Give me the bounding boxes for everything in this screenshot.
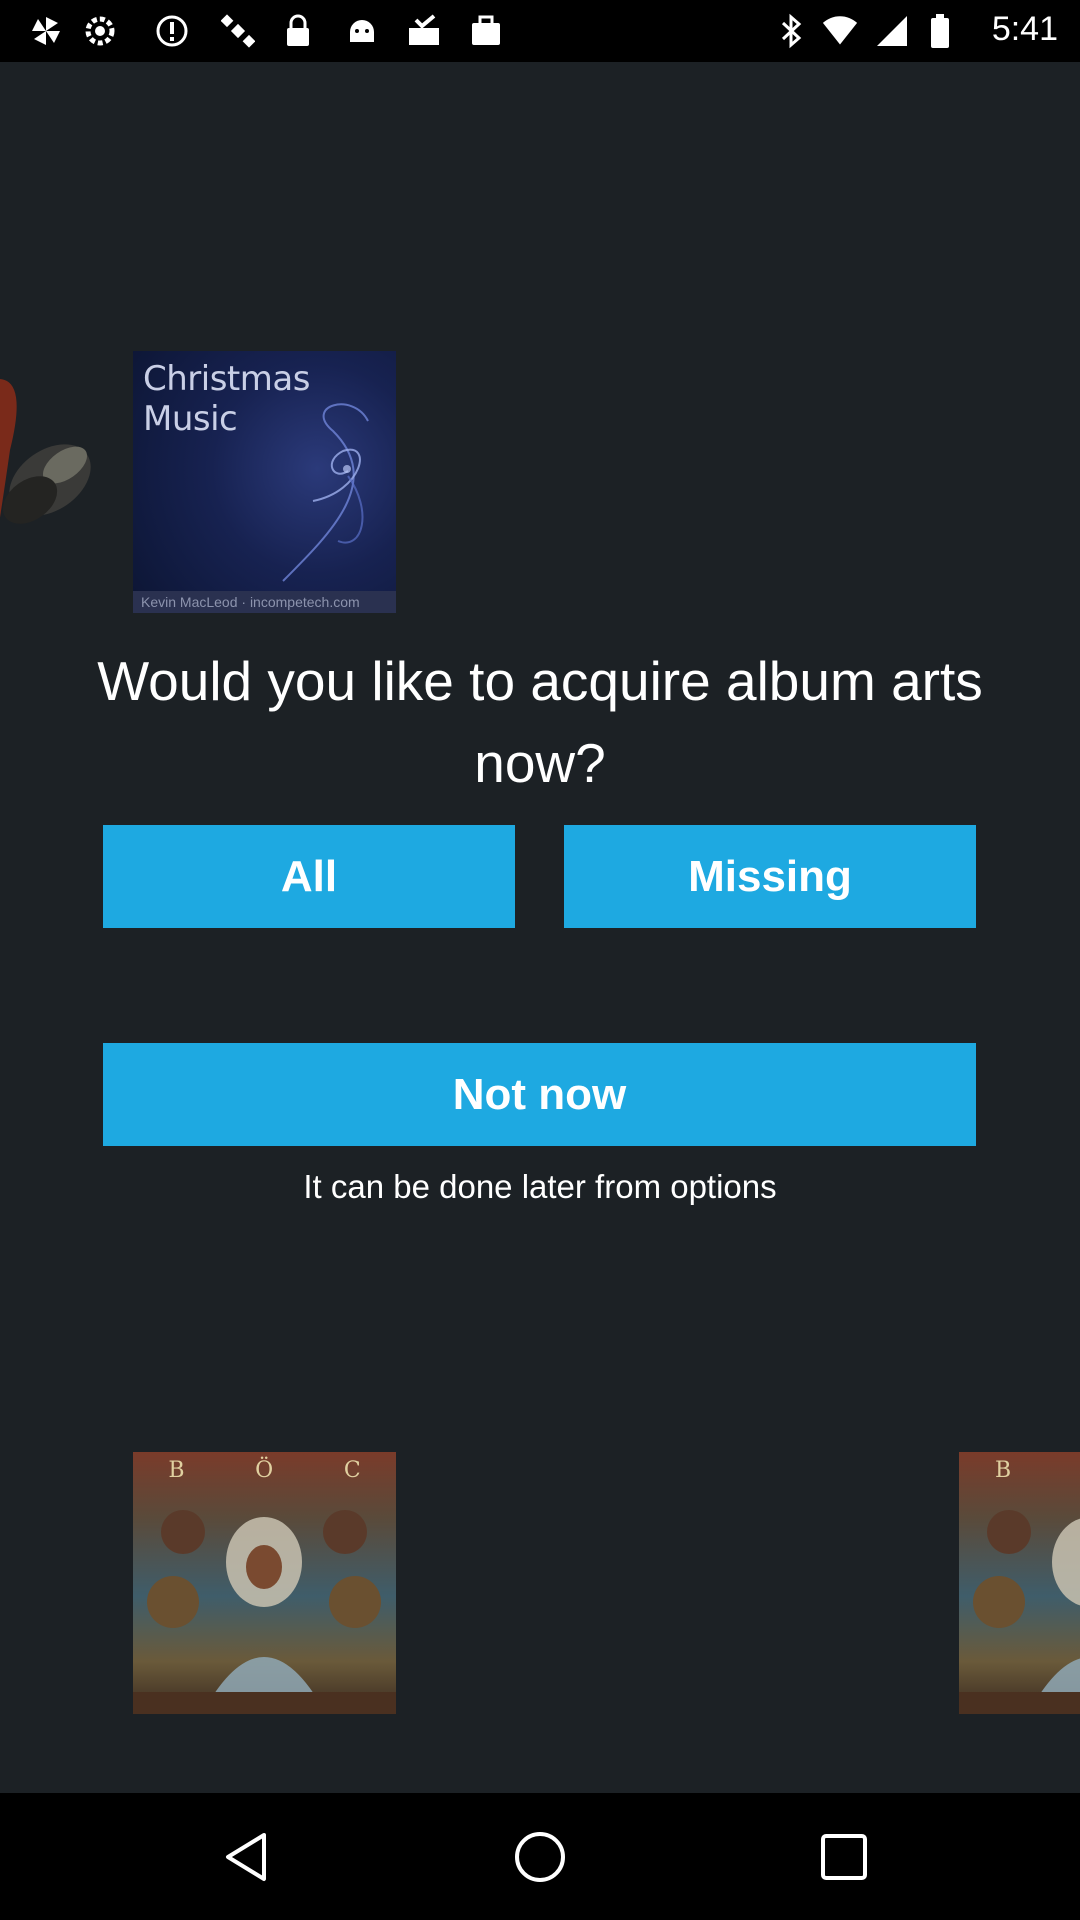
pinwheel-icon xyxy=(28,13,64,49)
album-art-credit: Kevin MacLeod · incompetech.com xyxy=(133,591,396,613)
dialog-hint: It can be done later from options xyxy=(303,1168,777,1205)
settings-icon xyxy=(82,13,118,49)
battery-icon xyxy=(922,13,958,49)
status-bar: 5:41 xyxy=(0,0,1080,62)
satellite-icon xyxy=(220,13,256,49)
wifi-icon xyxy=(822,13,858,49)
album-art-boc[interactable]: B Ö C xyxy=(133,1452,396,1714)
album-art-christmas-music[interactable]: Christmas Music Kevin MacLeod · incompet… xyxy=(133,351,396,613)
album-art-boc-partial[interactable]: B xyxy=(959,1452,1080,1714)
alert-icon xyxy=(154,13,190,49)
not-now-button[interactable]: Not now xyxy=(103,1043,976,1146)
missing-button[interactable]: Missing xyxy=(564,825,976,928)
signal-icon xyxy=(874,13,910,49)
album-art-partial-left[interactable] xyxy=(0,360,115,600)
navigation-bar xyxy=(0,1793,1080,1920)
android-icon xyxy=(344,13,380,49)
dialog-prompt: Would you like to acquire album arts now… xyxy=(97,650,983,794)
home-icon[interactable] xyxy=(504,1821,576,1893)
lock-icon xyxy=(280,13,316,49)
clock: 5:41 xyxy=(991,10,1058,48)
bluetooth-icon xyxy=(774,13,810,49)
figures-illustration xyxy=(959,1510,1080,1714)
clipboard-check-icon xyxy=(406,13,442,49)
swirl-decoration xyxy=(282,403,369,582)
all-button[interactable]: All xyxy=(103,825,515,928)
figures-illustration xyxy=(133,1510,396,1714)
back-icon[interactable] xyxy=(210,1821,282,1893)
recents-icon[interactable] xyxy=(808,1821,880,1893)
bag-icon xyxy=(468,13,504,49)
